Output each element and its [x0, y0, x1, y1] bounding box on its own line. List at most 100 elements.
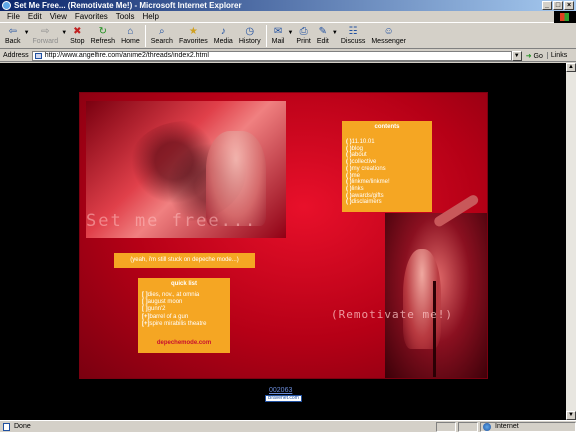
go-button[interactable]: ➜ Go: [522, 52, 547, 60]
singer-photo: [385, 193, 487, 378]
contents-item-label: 11.10.01: [351, 139, 375, 145]
go-label: Go: [533, 52, 543, 60]
toolbar-separator: [265, 25, 267, 47]
quick-list-label: august moon: [147, 299, 183, 306]
edit-button[interactable]: ✎ Edit: [314, 24, 332, 49]
site-banner: Set me free... contents ( )11.10.01 ( )b…: [79, 92, 488, 379]
home-label: Home: [121, 38, 140, 45]
address-dropdown-icon[interactable]: ▼: [511, 50, 522, 61]
menu-bar: File Edit View Favorites Tools Help: [0, 11, 576, 23]
forward-button[interactable]: ⇨ Forward: [30, 24, 62, 49]
print-label: Print: [296, 38, 311, 45]
slogan-text: (Remotivate me!): [331, 308, 453, 321]
scroll-down-icon[interactable]: ▼: [566, 411, 576, 420]
home-button[interactable]: ⌂ Home: [118, 24, 143, 49]
forward-label: Forward: [32, 38, 59, 45]
contents-item[interactable]: ( )my creations: [346, 166, 432, 173]
depechemode-link[interactable]: depechemode.com: [138, 340, 230, 346]
globe-icon: [483, 422, 491, 431]
quick-list-label: spire mirabilis theatre: [149, 320, 207, 327]
contents-item-label: collective: [351, 159, 377, 166]
discuss-label: Discuss: [340, 38, 366, 45]
refresh-label: Refresh: [90, 38, 116, 45]
close-button[interactable]: ×: [564, 1, 574, 10]
vertical-scrollbar[interactable]: ▲ ▼: [566, 63, 576, 420]
scroll-up-icon[interactable]: ▲: [566, 63, 576, 72]
contents-item[interactable]: ( )linkme/linkme!: [346, 179, 432, 186]
print-button[interactable]: ⎙ Print: [293, 24, 313, 49]
address-bar: Address http://www.angelfire.com/anime2/…: [0, 50, 576, 62]
go-arrow-icon: ➜: [525, 52, 532, 60]
edit-label: Edit: [316, 38, 329, 45]
stop-button[interactable]: ✖ Stop: [67, 24, 87, 49]
media-button[interactable]: ♪ Media: [211, 24, 236, 49]
contents-item[interactable]: ( )awards/gifts: [346, 193, 432, 200]
address-url: http://www.angelfire.com/anime2/threads/…: [44, 51, 209, 59]
quick-list-item[interactable]: [+]spire mirabilis theatre: [142, 321, 230, 328]
messenger-label: Messenger: [371, 38, 406, 45]
quick-list-item[interactable]: [ ]august moon: [142, 299, 230, 306]
site-title: Set me free...: [86, 211, 258, 231]
bravenet-badge[interactable]: Bravenet.com: [265, 395, 302, 402]
standard-toolbar: ⇦ Back ▼ ⇨ Forward ▼ ✖ Stop ↻ Refresh ⌂ …: [0, 24, 576, 49]
history-button[interactable]: ◷ History: [236, 24, 264, 49]
discuss-button[interactable]: ☷ Discuss: [338, 24, 369, 49]
contents-item[interactable]: ( )disclaimers: [346, 199, 432, 206]
quick-list-item[interactable]: [+]barrel of a gun: [142, 314, 230, 321]
quick-list-item[interactable]: [ ]dies, nov., at omnia: [142, 292, 230, 299]
favorites-star-icon: ★: [188, 26, 198, 37]
maximize-button[interactable]: □: [553, 1, 563, 10]
contents-item-label: awards/gifts: [351, 192, 384, 199]
quick-list-label: barrel of a gun: [149, 313, 189, 320]
page-viewport: Set me free... contents ( )11.10.01 ( )b…: [0, 63, 566, 420]
search-icon: ⌕: [159, 26, 165, 37]
title-bar: Set Me Free... (Remotivate Me!) - Micros…: [0, 0, 576, 11]
minimize-button[interactable]: _: [542, 1, 552, 10]
back-button[interactable]: ⇦ Back: [2, 24, 24, 49]
menu-favorites[interactable]: Favorites: [71, 12, 112, 21]
menu-edit[interactable]: Edit: [24, 12, 46, 21]
status-message: Done: [14, 423, 31, 430]
menu-tools[interactable]: Tools: [112, 12, 139, 21]
messenger-button[interactable]: ☺ Messenger: [368, 24, 409, 49]
quick-list-mark: [+]: [142, 313, 150, 320]
back-label: Back: [5, 38, 21, 45]
toolbar-separator: [144, 25, 146, 47]
tagline-box: (yeah, i'm still stuck on depeche mode..…: [114, 253, 255, 268]
contents-item[interactable]: ( )me: [346, 173, 432, 180]
quick-list-box: quick list [ ]dies, nov., at omnia [ ]au…: [138, 278, 230, 353]
status-panel: [436, 421, 456, 432]
back-arrow-icon: ⇦: [8, 26, 17, 37]
contents-item-label: my creations: [351, 165, 386, 172]
menu-view[interactable]: View: [46, 12, 71, 21]
mail-icon: ✉: [273, 26, 283, 37]
history-clock-icon: ◷: [245, 26, 255, 37]
contents-item-label: linkme/linkme!: [351, 179, 390, 186]
menu-help[interactable]: Help: [138, 12, 162, 21]
contents-item[interactable]: ( )11.10.01: [346, 139, 432, 146]
ie-logo-icon: [2, 1, 11, 10]
media-label: Media: [213, 38, 233, 45]
quick-list-mark: [+]: [142, 320, 150, 327]
contents-item-label: blog: [351, 145, 364, 152]
contents-item[interactable]: ( )blog: [346, 146, 432, 153]
search-label: Search: [150, 38, 173, 45]
contents-item-label: links: [351, 185, 364, 192]
favorites-button[interactable]: ★ Favorites: [176, 24, 211, 49]
home-icon: ⌂: [127, 26, 134, 37]
hit-counter[interactable]: 002063: [269, 387, 292, 394]
contents-item[interactable]: ( )links: [346, 186, 432, 193]
menu-file[interactable]: File: [3, 12, 24, 21]
quick-list-item[interactable]: [ ]gunn'2: [142, 306, 230, 313]
search-button[interactable]: ⌕ Search: [148, 24, 176, 49]
mail-button[interactable]: ✉ Mail: [269, 24, 288, 49]
refresh-button[interactable]: ↻ Refresh: [88, 24, 119, 49]
address-input[interactable]: http://www.angelfire.com/anime2/threads/…: [31, 50, 512, 61]
links-button[interactable]: Links: [546, 52, 570, 59]
quick-list-label: dies, nov., at omnia: [147, 292, 200, 298]
discuss-icon: ☷: [348, 26, 358, 37]
contents-item[interactable]: ( )about: [346, 152, 432, 159]
quick-list-heading: quick list: [170, 281, 197, 287]
mic-stand: [433, 281, 436, 377]
contents-item[interactable]: ( )collective: [346, 159, 432, 166]
